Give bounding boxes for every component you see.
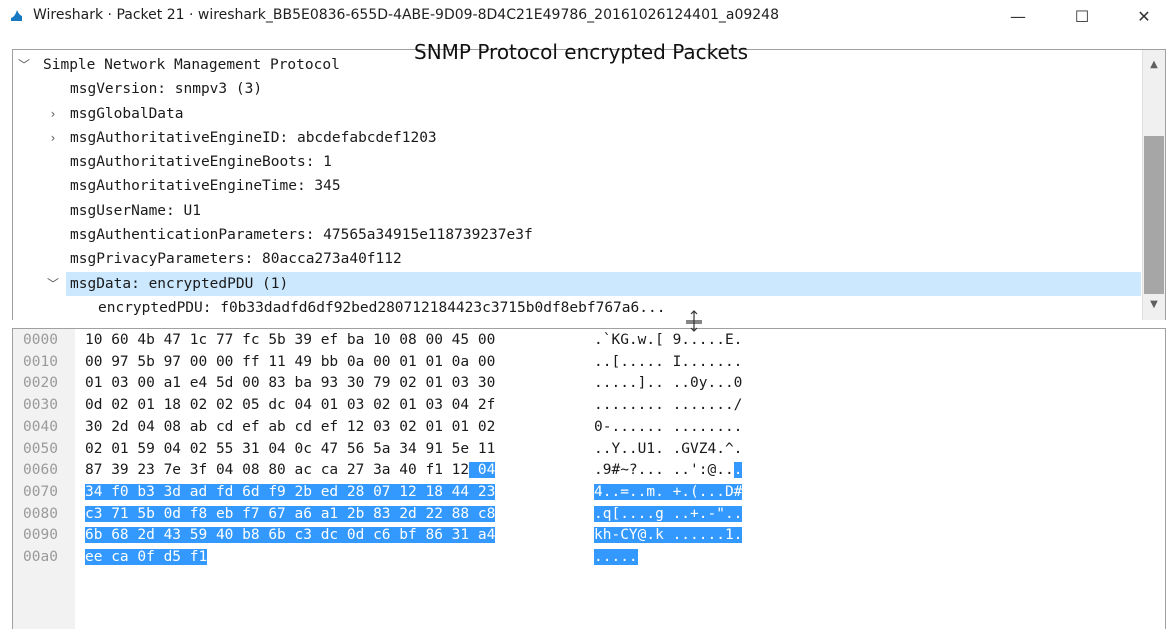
byte-offset: 0000 bbox=[23, 332, 58, 348]
byte-offset: 0010 bbox=[23, 353, 58, 370]
ascii-bytes[interactable]: kh-CY@.k ......1. bbox=[594, 524, 743, 546]
hex-bytes[interactable]: c3 71 5b 0d f8 eb f7 67 a6 a1 2b 83 2d 2… bbox=[85, 503, 496, 525]
tree-row[interactable]: msgAuthoritativeEngineBoots: 1 bbox=[13, 150, 1141, 174]
ascii-bytes[interactable]: .....].. ..0y...0 bbox=[594, 372, 742, 394]
expand-arrow-icon[interactable]: › bbox=[46, 126, 60, 150]
byte-offset: 0040 bbox=[23, 418, 58, 435]
byte-offset: 0060 bbox=[23, 462, 58, 479]
minimize-button[interactable]: — bbox=[996, 0, 1040, 32]
ascii-bytes[interactable]: 0-...... ........ bbox=[594, 416, 742, 438]
ascii-bytes[interactable]: ..Y..U1. .GVZ4.^. bbox=[594, 438, 742, 460]
byte-offset: 0030 bbox=[23, 397, 58, 414]
hex-bytes[interactable]: 87 39 23 7e 3f 04 08 80 ac ca 27 3a 40 f… bbox=[85, 459, 496, 481]
hex-bytes[interactable]: 0d 02 01 18 02 02 05 dc 04 01 03 02 01 0… bbox=[85, 394, 495, 416]
highlighted-bytes: c3 71 5b 0d f8 eb f7 67 a6 a1 2b 83 2d 2… bbox=[85, 505, 496, 522]
highlighted-ascii: ..... bbox=[594, 549, 638, 565]
tree-row-label: msgPrivacyParameters: 80acca273a40f112 bbox=[70, 251, 402, 268]
tree-row-label: msgAuthenticationParameters: 47565a34915… bbox=[70, 227, 533, 244]
video-caption: SNMP Protocol encrypted Packets bbox=[414, 40, 749, 64]
hex-bytes[interactable]: 01 03 00 a1 e4 5d 00 83 ba 93 30 79 02 0… bbox=[85, 372, 495, 394]
tree-row-label: encryptedPDU: f0b33dadfd6df92bed28071218… bbox=[98, 299, 666, 316]
highlighted-bytes: 04 bbox=[469, 462, 496, 479]
wireshark-fin-icon bbox=[9, 8, 24, 23]
packet-details-pane[interactable]: ﹀ Simple Network Management Protocol msgVe… bbox=[12, 49, 1166, 321]
tree-row-label: msgAuthoritativeEngineTime: 345 bbox=[70, 178, 341, 195]
ascii-bytes[interactable]: 4..=..m. +.(...D# bbox=[594, 481, 743, 503]
collapse-arrow-icon[interactable]: ﹀ bbox=[17, 53, 31, 77]
packet-details-tree: ﹀ Simple Network Management Protocol msgVe… bbox=[13, 53, 1141, 320]
packet-bytes-pane[interactable]: 0000 10 60 4b 47 1c 77 fc 5b 39 ef ba 10 … bbox=[12, 328, 1166, 629]
byte-offset: 0090 bbox=[23, 527, 58, 544]
expand-arrow-icon[interactable]: › bbox=[46, 102, 60, 126]
hex-bytes[interactable]: 02 01 59 04 02 55 31 04 0c 47 56 5a 34 9… bbox=[85, 438, 495, 460]
packet-window: Wireshark · Packet 21 · wireshark_BB5E08… bbox=[0, 0, 1174, 629]
tree-row-label: msgAuthoritativeEngineBoots: 1 bbox=[70, 154, 332, 171]
tree-row[interactable]: msgUserName: U1 bbox=[13, 199, 1141, 223]
hex-bytes[interactable]: 34 f0 b3 3d ad fd 6d f9 2b ed 28 07 12 1… bbox=[85, 481, 496, 503]
tree-row[interactable]: encryptedPDU: f0b33dadfd6df92bed28071218… bbox=[13, 296, 1141, 320]
scrollbar-thumb[interactable] bbox=[1144, 136, 1164, 294]
window-title: Wireshark · Packet 21 · wireshark_BB5E08… bbox=[33, 7, 779, 23]
tree-row-label: msgAuthoritativeEngineID: abcdefabcdef12… bbox=[70, 129, 437, 146]
byte-offset: 00a0 bbox=[23, 549, 58, 565]
highlighted-ascii: 4..=..m. +.(...D# bbox=[594, 483, 743, 500]
highlighted-bytes: 6b 68 2d 43 59 40 b8 6b c3 dc 0d c6 bf 8… bbox=[85, 527, 496, 544]
tree-row[interactable]: ﹀ msgData: encryptedPDU (1) bbox=[13, 271, 1141, 296]
byte-offset: 0020 bbox=[23, 375, 58, 392]
hex-bytes[interactable]: 00 97 5b 97 00 00 ff 11 49 bb 0a 00 01 0… bbox=[85, 351, 495, 373]
hex-bytes[interactable]: 10 60 4b 47 1c 77 fc 5b 39 ef ba 10 08 0… bbox=[85, 329, 495, 351]
tree-row[interactable]: msgAuthoritativeEngineTime: 345 bbox=[13, 174, 1141, 198]
highlighted-ascii: . bbox=[733, 462, 743, 479]
byte-offset: 0080 bbox=[23, 505, 58, 522]
details-scrollbar[interactable]: ▲ ▼ bbox=[1142, 50, 1165, 320]
scroll-down-icon[interactable]: ▼ bbox=[1143, 294, 1165, 314]
hex-bytes[interactable]: ee ca 0f d5 f1 bbox=[85, 546, 208, 568]
tree-row[interactable]: › msgAuthoritativeEngineID: abcdefabcdef1… bbox=[13, 126, 1141, 150]
pane-splitter[interactable] bbox=[0, 320, 1174, 328]
tree-row-label: Simple Network Management Protocol bbox=[43, 57, 340, 73]
maximize-button[interactable]: ☐ bbox=[1060, 0, 1104, 32]
tree-row[interactable]: msgPrivacyParameters: 80acca273a40f112 bbox=[13, 247, 1141, 271]
tree-row[interactable]: msgAuthenticationParameters: 47565a34915… bbox=[13, 223, 1141, 247]
hex-bytes[interactable]: 6b 68 2d 43 59 40 b8 6b c3 dc 0d c6 bf 8… bbox=[85, 524, 496, 546]
highlighted-ascii: kh-CY@.k ......1. bbox=[594, 527, 743, 544]
collapse-arrow-icon[interactable]: ﹀ bbox=[46, 272, 60, 296]
highlighted-bytes: ee ca 0f d5 f1 bbox=[85, 549, 208, 565]
resize-cursor-icon bbox=[686, 310, 702, 332]
tree-row-label: msgGlobalData bbox=[70, 105, 184, 122]
scroll-up-icon[interactable]: ▲ bbox=[1143, 54, 1165, 74]
ascii-bytes[interactable]: ..... bbox=[594, 546, 638, 568]
ascii-bytes[interactable]: ..[..... I....... bbox=[594, 351, 742, 373]
close-button[interactable]: ✕ bbox=[1122, 0, 1166, 32]
tree-row-label: msgData: encryptedPDU (1) bbox=[70, 275, 289, 292]
byte-offset: 0050 bbox=[23, 440, 58, 457]
title-bar: Wireshark · Packet 21 · wireshark_BB5E08… bbox=[0, 0, 1174, 34]
ascii-bytes[interactable]: .9#~?... ..':@... bbox=[594, 459, 743, 481]
tree-row[interactable]: › msgGlobalData bbox=[13, 102, 1141, 126]
ascii-bytes[interactable]: .`KG.w.[ 9.....E. bbox=[594, 329, 742, 351]
tree-row-label: msgUserName: U1 bbox=[70, 202, 201, 219]
highlighted-bytes: 34 f0 b3 3d ad fd 6d f9 2b ed 28 07 12 1… bbox=[85, 483, 496, 500]
byte-offset: 0070 bbox=[23, 483, 58, 500]
tree-row[interactable]: msgVersion: snmpv3 (3) bbox=[13, 77, 1141, 101]
ascii-bytes[interactable]: .q[....g ..+.-".. bbox=[594, 503, 743, 525]
highlighted-ascii: .q[....g ..+.-".. bbox=[594, 505, 743, 522]
tree-row-label: msgVersion: snmpv3 (3) bbox=[70, 81, 263, 98]
ascii-bytes[interactable]: ........ ......./ bbox=[594, 394, 742, 416]
hex-bytes[interactable]: 30 2d 04 08 ab cd ef ab cd ef 12 03 02 0… bbox=[85, 416, 495, 438]
